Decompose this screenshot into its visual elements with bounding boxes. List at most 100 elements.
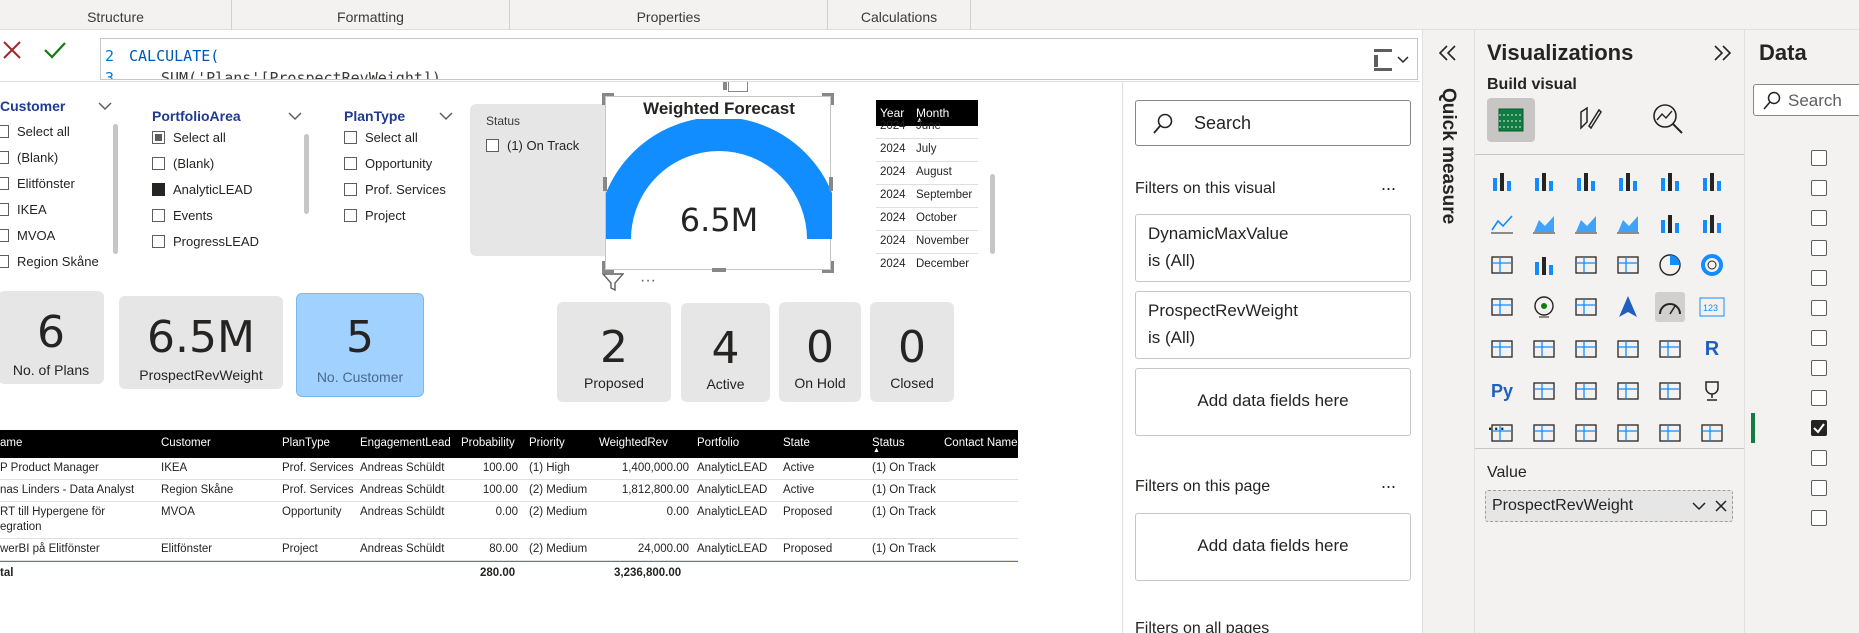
resize-handle[interactable] [603, 177, 607, 191]
line-chart-icon[interactable] [1487, 208, 1517, 238]
resize-handle[interactable] [822, 93, 834, 105]
focus-mode-icon[interactable] [728, 82, 748, 92]
waterfall-icon[interactable] [1529, 250, 1559, 280]
column-header[interactable]: Customer [161, 437, 211, 449]
narrative-icon[interactable] [1655, 376, 1685, 406]
treemap-icon[interactable] [1487, 292, 1517, 322]
formula-editor[interactable]: 2 CALCULATE( 3 SUM('Plans'[ProspectRevWe… [100, 38, 1418, 80]
field-checkbox[interactable] [1811, 330, 1827, 346]
trophy-icon[interactable] [1697, 376, 1727, 406]
matrix-icon[interactable] [1655, 334, 1685, 364]
field-checkbox[interactable] [1811, 150, 1827, 166]
area-chart-icon[interactable] [1529, 208, 1559, 238]
funnel-icon[interactable] [1571, 250, 1601, 280]
column-header[interactable]: Probability [461, 437, 515, 449]
column-header[interactable]: EngagementLead [360, 437, 451, 449]
customer-slicer[interactable]: Customer Select all (Blank) Elitfönster … [0, 94, 120, 269]
slicer-option[interactable]: IKEA [0, 196, 99, 222]
table-row[interactable]: P Product Manager IKEA Prof. Services Andre… [0, 458, 1018, 480]
slicer-option[interactable]: AnalyticLEAD [152, 176, 259, 202]
filter-card-prospect-rev[interactable]: ProspectRevWeight is (All) [1135, 291, 1411, 359]
slicer-option[interactable]: Select all [152, 124, 259, 150]
ribbon-group-calculations[interactable]: Calculations [828, 0, 971, 30]
key-influencers-icon[interactable] [1529, 376, 1559, 406]
column-header[interactable]: Portfolio [697, 437, 739, 449]
add-data-fields-page[interactable]: Add data fields here [1135, 513, 1411, 581]
column-header[interactable]: WeightedRev [599, 437, 668, 449]
stacked-column-icon[interactable] [1529, 166, 1559, 196]
expand-formula-icon[interactable] [1372, 46, 1412, 74]
table-icon[interactable] [1613, 334, 1643, 364]
table-row[interactable]: werBI på Elitfönster Elitfönster Project An… [0, 539, 1018, 561]
month-row[interactable]: 2024 July [876, 139, 978, 162]
collapse-left-icon[interactable] [1437, 44, 1459, 67]
chevron-down-icon[interactable] [1692, 501, 1706, 511]
100-area-icon[interactable] [1613, 208, 1643, 238]
line-column-icon[interactable] [1655, 208, 1685, 238]
donut-chart-icon[interactable] [1697, 250, 1727, 280]
field-checkbox[interactable] [1811, 270, 1827, 286]
scatter-icon[interactable] [1613, 250, 1643, 280]
commit-icon[interactable] [42, 38, 68, 62]
slicer-option[interactable]: Region Skåne [0, 248, 99, 274]
card-no-customer[interactable]: 5 No. Customer [296, 293, 424, 397]
value-field-pill[interactable]: ProspectRevWeight [1485, 490, 1733, 522]
chevron-down-icon[interactable] [98, 98, 112, 116]
add-data-fields-visual[interactable]: Add data fields here [1135, 368, 1411, 436]
card-prospect-rev[interactable]: 6.5M ProspectRevWeight [119, 296, 283, 389]
month-row[interactable]: 2024 June [876, 116, 978, 139]
field-checkbox[interactable] [1811, 390, 1827, 406]
column-header[interactable]: Contact Name [944, 437, 1018, 449]
field-checkbox[interactable] [1811, 510, 1827, 526]
field-checkbox[interactable] [1811, 480, 1827, 496]
map-icon[interactable] [1529, 292, 1559, 322]
stacked-area-icon[interactable] [1571, 208, 1601, 238]
kpi-icon[interactable] [1529, 334, 1559, 364]
gauge-visual[interactable]: Weighted Forecast 6.5M [602, 93, 834, 273]
slicer-option[interactable]: Select all [344, 124, 446, 150]
100-column-icon[interactable] [1697, 166, 1727, 196]
status-slicer[interactable]: Status (1) On Track [470, 104, 610, 256]
arcgis-icon[interactable] [1613, 418, 1643, 448]
ribbon-group-formatting[interactable]: Formatting [232, 0, 510, 30]
more-options-icon[interactable]: ... [1381, 472, 1396, 493]
month-row[interactable]: 2024 December [876, 254, 978, 270]
card-on-hold[interactable]: 0 On Hold [779, 302, 861, 402]
filled-map-icon[interactable] [1571, 292, 1601, 322]
slicer-option[interactable]: Elitfönster [0, 170, 99, 196]
table-row[interactable]: RT till Hypergene för MVOA Opportunity Andr… [0, 502, 1018, 539]
checked-field-checkbox[interactable] [1811, 420, 1827, 436]
more-visuals-icon[interactable]: ... [1487, 410, 1505, 436]
field-checkbox[interactable] [1811, 450, 1827, 466]
drag-handle-icon[interactable] [723, 82, 727, 90]
card-closed[interactable]: 0 Closed [870, 302, 954, 402]
column-header[interactable]: PlanType [282, 437, 330, 449]
clustered-column-icon[interactable] [1613, 166, 1643, 196]
python-visual-icon[interactable]: Py [1487, 376, 1517, 406]
slicer-option[interactable]: Opportunity [344, 150, 446, 176]
card-active[interactable]: 4 Active [681, 303, 770, 402]
column-header[interactable]: State [783, 437, 810, 449]
more-options-icon[interactable]: ... [1381, 174, 1396, 195]
month-table[interactable]: Year Month ▲ 2024 June 2024 July 2024 August 2… [876, 100, 978, 270]
ribbon-group-structure[interactable]: Structure [0, 0, 232, 30]
column-header[interactable]: ame [0, 437, 22, 449]
stacked-bar-icon[interactable] [1487, 166, 1517, 196]
month-row[interactable]: 2024 November [876, 231, 978, 254]
clustered-bar-icon[interactable] [1571, 166, 1601, 196]
resize-handle[interactable] [822, 261, 834, 273]
card-proposed[interactable]: 2 Proposed [557, 302, 671, 402]
slicer-option[interactable]: Project [344, 202, 446, 228]
azure-map-icon[interactable] [1613, 292, 1643, 322]
slicer-option[interactable]: (Blank) [152, 150, 259, 176]
powerapps-icon[interactable] [1529, 418, 1559, 448]
quick-measure-tab[interactable]: Quick measure [1437, 88, 1461, 288]
chevron-visual-icon[interactable] [1697, 418, 1727, 448]
pie-chart-icon[interactable] [1655, 250, 1685, 280]
ribbon-chart-icon[interactable] [1487, 250, 1517, 280]
gauge-icon[interactable] [1655, 292, 1685, 322]
filter-icon[interactable] [601, 272, 625, 297]
slicer-option[interactable]: (1) On Track [486, 132, 579, 158]
scrollbar[interactable] [113, 124, 118, 254]
month-row[interactable]: 2024 October [876, 208, 978, 231]
